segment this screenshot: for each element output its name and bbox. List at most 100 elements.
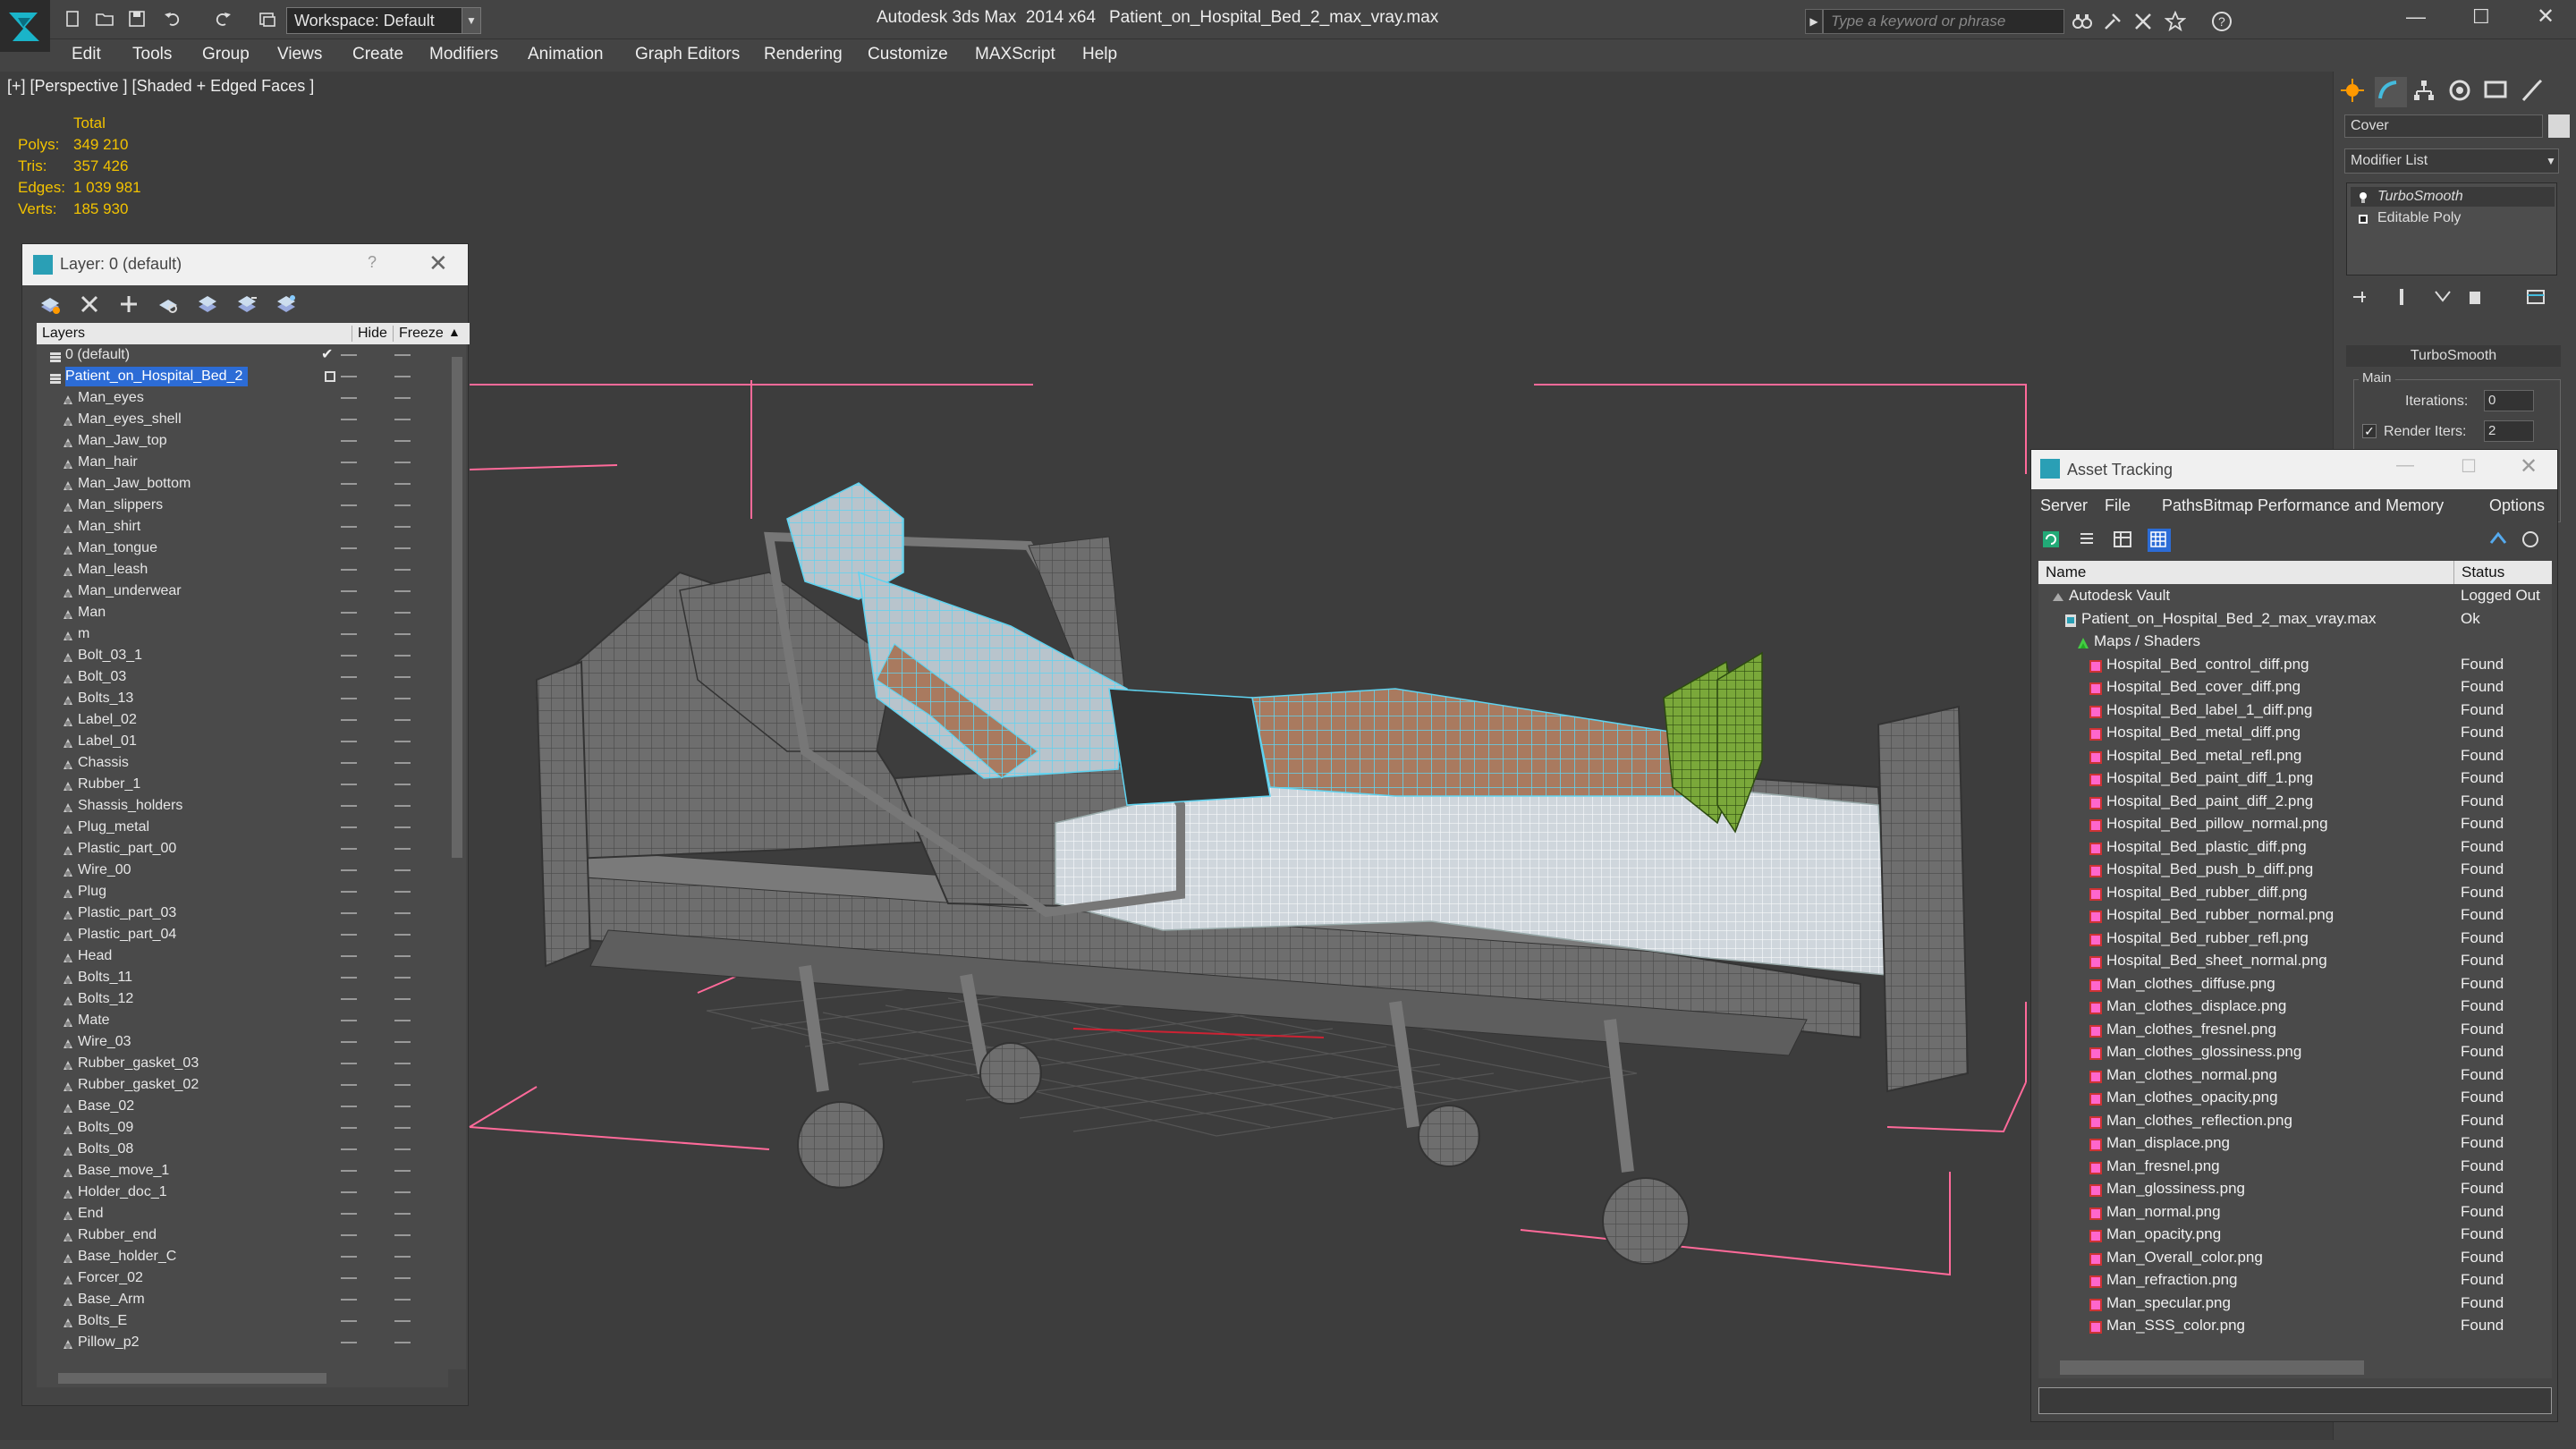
hide-toggle[interactable] <box>341 483 357 485</box>
freeze-all-layers-icon[interactable] <box>275 292 300 316</box>
hide-toggle[interactable] <box>341 440 357 442</box>
search-expand-icon[interactable]: ▶ <box>1805 9 1823 34</box>
layer-row[interactable]: Man_hair <box>37 452 448 473</box>
hide-toggle[interactable] <box>341 998 357 1000</box>
close-icon[interactable]: ✕ <box>428 250 448 277</box>
column-status[interactable]: Status <box>2453 561 2504 584</box>
hide-toggle[interactable] <box>341 891 357 893</box>
render-iters-spinner[interactable]: 2 <box>2484 420 2534 442</box>
list-view-icon[interactable] <box>2076 529 2099 552</box>
hide-toggle[interactable] <box>341 1320 357 1322</box>
freeze-toggle[interactable] <box>394 912 411 914</box>
hide-toggle[interactable] <box>341 655 357 657</box>
menu-modifiers[interactable]: Modifiers <box>429 45 498 64</box>
column-name[interactable]: Name <box>2046 564 2086 581</box>
layer-row[interactable]: Man_tongue <box>37 538 448 559</box>
hide-toggle[interactable] <box>341 741 357 742</box>
asset-row[interactable]: Man_opacity.png Found <box>2038 1223 2552 1246</box>
hide-toggle[interactable] <box>341 354 357 356</box>
asset-row[interactable]: Man_refraction.png Found <box>2038 1268 2552 1292</box>
layer-row[interactable]: Patient_on_Hospital_Bed_2 <box>37 366 448 387</box>
hide-all-layers-icon[interactable] <box>235 292 260 316</box>
layer-list-hscroll-thumb[interactable] <box>58 1373 326 1384</box>
freeze-toggle[interactable] <box>394 483 411 485</box>
layer-row[interactable]: m <box>37 623 448 645</box>
layer-row[interactable]: Forcer_02 <box>37 1267 448 1289</box>
add-to-layer-icon[interactable] <box>117 292 142 316</box>
asset-row[interactable]: Hospital_Bed_plastic_diff.png Found <box>2038 835 2552 859</box>
freeze-toggle[interactable] <box>394 1191 411 1193</box>
modify-tab-icon[interactable] <box>2375 77 2407 107</box>
layer-row[interactable]: Man_eyes_shell <box>37 409 448 430</box>
layer-row[interactable]: Bolts_E <box>37 1310 448 1332</box>
hide-toggle[interactable] <box>341 912 357 914</box>
hide-toggle[interactable] <box>341 1299 357 1301</box>
freeze-toggle[interactable] <box>394 869 411 871</box>
delete-layer-icon[interactable] <box>78 292 103 316</box>
freeze-toggle[interactable] <box>394 934 411 936</box>
hide-toggle[interactable] <box>341 547 357 549</box>
select-objects-icon[interactable] <box>157 292 182 316</box>
asset-menu-file[interactable]: File <box>2105 496 2131 515</box>
hide-toggle[interactable] <box>341 1063 357 1064</box>
freeze-toggle[interactable] <box>394 1127 411 1129</box>
hide-toggle[interactable] <box>341 955 357 957</box>
asset-tracking-titlebar[interactable]: Asset Tracking — ☐ ✕ <box>2031 450 2557 489</box>
hide-toggle[interactable] <box>341 462 357 463</box>
freeze-toggle[interactable] <box>394 547 411 549</box>
vault-connect-icon[interactable] <box>2487 529 2511 552</box>
freeze-toggle[interactable] <box>394 1148 411 1150</box>
freeze-toggle[interactable] <box>394 354 411 356</box>
pin-stack-icon[interactable] <box>2350 286 2373 309</box>
menu-views[interactable]: Views <box>277 45 322 64</box>
hide-toggle[interactable] <box>341 934 357 936</box>
freeze-toggle[interactable] <box>394 1084 411 1086</box>
new-file-icon[interactable] <box>63 9 86 30</box>
freeze-toggle[interactable] <box>394 977 411 979</box>
layer-row[interactable]: Pillow_p2 <box>37 1332 448 1353</box>
close-icon[interactable]: ✕ <box>2520 453 2538 479</box>
freeze-toggle[interactable] <box>394 805 411 807</box>
asset-row[interactable]: Man_Overall_color.png Found <box>2038 1246 2552 1269</box>
layer-row[interactable]: Base_02 <box>37 1096 448 1117</box>
turbosmooth-rollout-header[interactable]: TurboSmooth <box>2346 345 2561 367</box>
make-unique-icon[interactable] <box>2432 286 2455 309</box>
asset-row[interactable]: Man_clothes_fresnel.png Found <box>2038 1018 2552 1041</box>
maximize-icon[interactable]: ☐ <box>2461 455 2477 478</box>
freeze-toggle[interactable] <box>394 655 411 657</box>
layer-row[interactable]: Plastic_part_00 <box>37 838 448 860</box>
hide-toggle[interactable] <box>341 612 357 614</box>
hide-toggle[interactable] <box>341 1127 357 1129</box>
set-current-layer-box[interactable] <box>325 371 335 382</box>
open-file-icon[interactable] <box>95 9 118 30</box>
hide-toggle[interactable] <box>341 1084 357 1086</box>
hide-toggle[interactable] <box>341 698 357 699</box>
column-freeze[interactable]: Freeze <box>393 326 444 342</box>
freeze-toggle[interactable] <box>394 1342 411 1343</box>
asset-row[interactable]: Hospital_Bed_sheet_normal.png Found <box>2038 949 2552 972</box>
hide-toggle[interactable] <box>341 977 357 979</box>
freeze-toggle[interactable] <box>394 762 411 764</box>
sort-arrow-icon[interactable]: ▲ <box>448 325 461 339</box>
asset-menu-bitmap-performance[interactable]: Bitmap Performance and Memory <box>2203 496 2444 515</box>
asset-row[interactable]: Man_clothes_reflection.png Found <box>2038 1109 2552 1132</box>
asset-row[interactable]: Maps / Shaders <box>2038 630 2552 653</box>
window-minimize-button[interactable]: — <box>2406 5 2426 29</box>
layer-row[interactable]: End <box>37 1203 448 1224</box>
app-logo[interactable] <box>0 0 50 52</box>
layer-row[interactable]: Plastic_part_04 <box>37 924 448 945</box>
current-layer-check-icon[interactable]: ✔ <box>321 344 333 366</box>
hide-toggle[interactable] <box>341 1041 357 1043</box>
asset-row[interactable]: Man_clothes_displace.png Found <box>2038 995 2552 1018</box>
layer-row[interactable]: Label_02 <box>37 709 448 731</box>
column-layers[interactable]: Layers <box>42 326 85 342</box>
freeze-toggle[interactable] <box>394 397 411 399</box>
asset-row[interactable]: Hospital_Bed_pillow_normal.png Found <box>2038 812 2552 835</box>
layer-row[interactable]: Bolts_13 <box>37 688 448 709</box>
hide-toggle[interactable] <box>341 376 357 377</box>
layer-row[interactable]: Bolts_11 <box>37 967 448 988</box>
freeze-toggle[interactable] <box>394 526 411 528</box>
layer-row[interactable]: Man <box>37 602 448 623</box>
asset-path-field[interactable] <box>2038 1387 2552 1414</box>
help-button[interactable]: ? <box>368 253 377 272</box>
